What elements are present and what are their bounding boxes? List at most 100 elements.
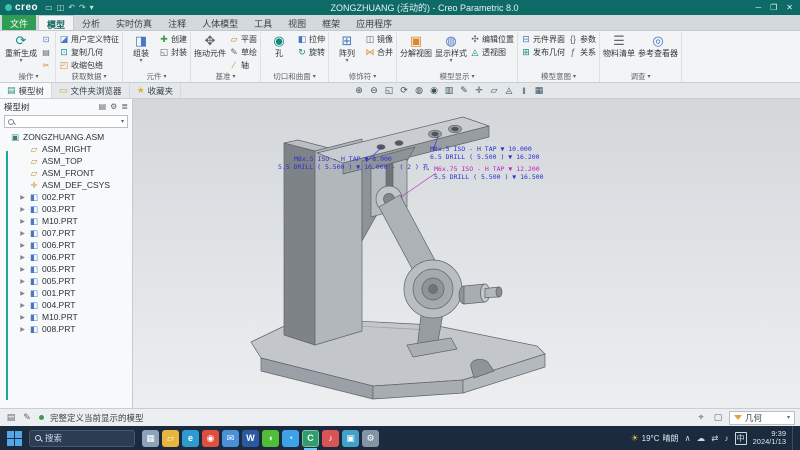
new-file-icon[interactable]: ▭ [45,3,53,12]
collision-detection-button[interactable]: ▦ [532,84,546,97]
group-label-datum[interactable]: 基准 ▾ [194,71,257,82]
network-icon[interactable]: ⇄ [711,433,718,444]
pick-tool-icon[interactable]: ⌖ [695,412,707,423]
zoom-in-button[interactable]: ⊕ [352,84,366,97]
group-label-get-data[interactable]: 获取数据 ▾ [59,71,119,82]
shrinkwrap-button[interactable]: ◰ 收缩包络 [59,59,119,71]
mirror-button[interactable]: ◫ 镜像 [365,33,393,45]
tab-analysis[interactable]: 分析 [74,15,108,30]
tree-item-part[interactable]: ▶ ◧ 002.PRT [10,191,132,203]
tree-item-part[interactable]: ▶ ◧ 004.PRT [10,299,132,311]
tree-item-part[interactable]: ▶ ◧ 007.PRT [10,227,132,239]
tree-item-part[interactable]: ▶ ◧ M10.PRT [10,215,132,227]
expand-caret-icon[interactable]: ▶ [19,290,26,297]
box-select-icon[interactable]: ▢ [712,412,724,423]
redo-icon[interactable]: ↷ [79,3,86,12]
store-button[interactable]: ▣ [342,429,359,447]
tree-settings-icon[interactable]: ⚙ [110,102,117,111]
view-manager-button[interactable]: ▥ [442,84,456,97]
group-label-operations[interactable]: 操作 ▾ [5,71,52,82]
tree-item-part[interactable]: ▶ ◧ 006.PRT [10,251,132,263]
group-label-component[interactable]: 元件 ▾ [126,71,187,82]
annotation-display-button[interactable]: ✎ [457,84,471,97]
pause-button[interactable]: ‖ [517,84,531,97]
revolve-button[interactable]: ↻ 旋转 [297,46,325,58]
reference-viewer-button[interactable]: ◎ 参考查看器 [638,33,678,58]
repaint-button[interactable]: ⟳ [397,84,411,97]
assemble-button[interactable]: ◨ 组装 ▾ [126,33,156,64]
message-area-icon[interactable]: ▤ [5,412,17,423]
udf-button[interactable]: ◪ 用户定义特征 [59,33,119,45]
display-style-toolbar-button[interactable]: ◍ [412,84,426,97]
expand-caret-icon[interactable]: ▶ [19,266,26,273]
tree-root-assembly[interactable]: ▣ ZONGZHUANG.ASM [10,131,132,143]
tree-item-csys[interactable]: ✛ ASM_DEF_CSYS [10,179,132,191]
tree-item-datum[interactable]: ▱ ASM_RIGHT [10,143,132,155]
word-button[interactable]: W [242,429,259,447]
expand-caret-icon[interactable]: ▶ [19,230,26,237]
ime-indicator[interactable]: 中 [734,431,747,445]
create-component-button[interactable]: ✚ 创建 [159,33,187,45]
expand-caret-icon[interactable]: ▶ [19,206,26,213]
hole-annotation-1[interactable]: M8x.5 ISO - H TAP ▼ 8.000 5.5 DRILL ( 5.… [278,155,429,171]
pattern-button[interactable]: ⊞ 阵列 ▾ [332,33,362,64]
drag-components-button[interactable]: ✥ 拖动元件 [194,33,226,58]
onedrive-icon[interactable]: ☁ [697,433,706,444]
expand-caret-icon[interactable]: ▶ [19,314,26,321]
tab-model[interactable]: 模型 [38,15,75,30]
tree-item-part[interactable]: ▶ ◧ 001.PRT [10,287,132,299]
package-button[interactable]: ◱ 封装 [159,46,187,58]
task-view-button[interactable]: ▦ [142,429,159,447]
chrome-browser-button[interactable]: ◉ [202,429,219,447]
bom-button[interactable]: ☰ 物料清单 [603,33,635,58]
relations-button[interactable]: ƒ 关系 [568,46,596,58]
edit-position-button[interactable]: ✣ 编辑位置 [470,33,514,45]
tab-favorites[interactable]: ★ 收藏夹 [130,83,182,98]
datum-display-button[interactable]: ▱ [487,84,501,97]
undo-icon[interactable]: ↶ [68,3,75,12]
tree-search-input[interactable]: ▾ [4,115,128,128]
tab-view[interactable]: 视图 [280,15,314,30]
group-label-modifiers[interactable]: 修饰符 ▾ [332,71,393,82]
refit-button[interactable]: ◱ [382,84,396,97]
tree-item-datum[interactable]: ▱ ASM_TOP [10,155,132,167]
tab-annotate[interactable]: 注释 [160,15,194,30]
music-player-button[interactable]: ♪ [322,429,339,447]
hole-annotation-2[interactable]: M8x.5 ISO - H TAP ▼ 10.000 6.5 DRILL ( 5… [430,145,540,161]
datum-axis-button[interactable]: ∕ 轴 [229,59,257,71]
expand-caret-icon[interactable]: ▶ [19,194,26,201]
perspective-button[interactable]: ◬ 透视图 [470,46,514,58]
display-style-button[interactable]: ◍ 显示样式 ▾ [435,33,467,64]
tab-tools[interactable]: 工具 [246,15,280,30]
show-desktop-button[interactable] [792,426,797,450]
group-label-investigate[interactable]: 调查 ▾ [603,71,678,82]
selection-filter-dropdown[interactable]: 几何 ▾ [729,410,795,425]
creo-app-button[interactable]: C [302,429,319,450]
tree-item-datum[interactable]: ▱ ASM_FRONT [10,167,132,179]
volume-icon[interactable]: ♪ [724,433,728,443]
tab-framework[interactable]: 框架 [314,15,348,30]
sketch-button[interactable]: ✎ 草绘 [229,46,257,58]
tree-filter-icon[interactable]: ▤ [99,102,107,111]
wechat-button[interactable]: ◖ [262,429,279,447]
datum-plane-button[interactable]: ▱ 平面 [229,33,257,45]
regenerate-button[interactable]: ⟳ 重新生成 ▾ [5,33,37,64]
notifications-icon[interactable]: ✎ [21,412,33,423]
save-icon[interactable]: ◫ [57,3,65,12]
hole-button[interactable]: ◉ 孔 [264,33,294,58]
tab-file[interactable]: 文件 [2,15,37,30]
delete-button[interactable]: ✂ [40,59,52,71]
tab-folder-browser[interactable]: ▭ 文件夹浏览器 [52,83,130,98]
mail-button[interactable]: ✉ [222,429,239,447]
file-explorer-button[interactable]: ▱ [162,429,179,447]
tree-item-part[interactable]: ▶ ◧ 005.PRT [10,263,132,275]
tree-item-part[interactable]: ▶ ◧ M10.PRT [10,311,132,323]
expand-caret-icon[interactable]: ▶ [19,326,26,333]
component-interface-button[interactable]: ⊟ 元件界面 [521,33,565,45]
tree-item-part[interactable]: ▶ ◧ 006.PRT [10,239,132,251]
close-button[interactable]: ✕ [786,3,793,12]
paste-button[interactable]: ▤ [40,46,52,58]
spin-center-button[interactable]: ✛ [472,84,486,97]
perspective-view-button[interactable]: ◬ [502,84,516,97]
quick-access-more-icon[interactable]: ▾ [90,3,94,12]
